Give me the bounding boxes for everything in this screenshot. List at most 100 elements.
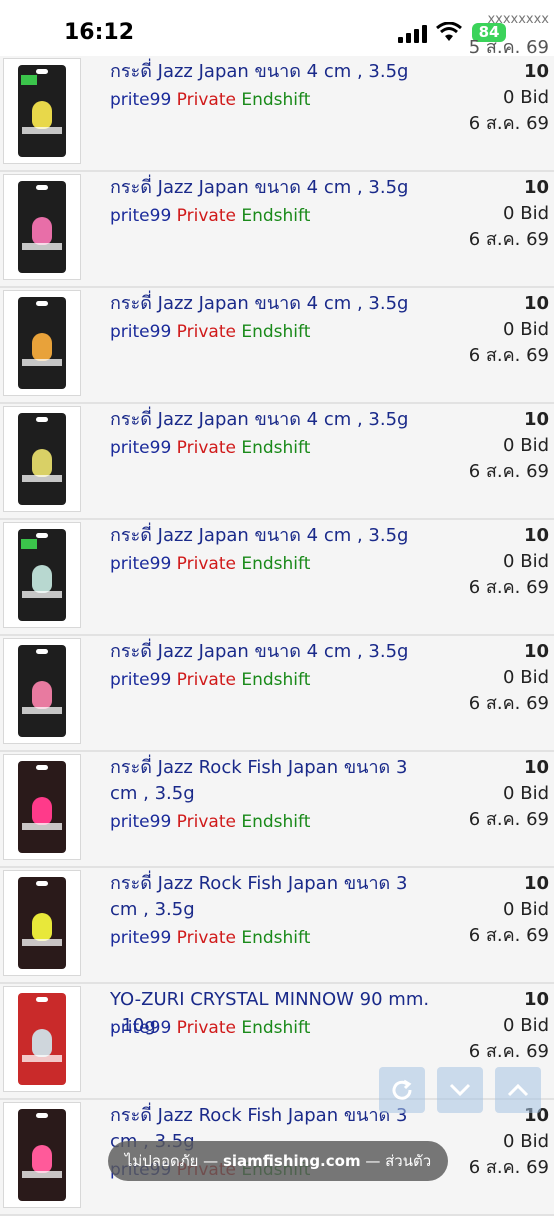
listing-thumbnail[interactable] [3, 870, 81, 976]
listing-seller-line: prite99 Private Endshift [110, 437, 310, 459]
endshift-label: Endshift [241, 438, 311, 458]
listing-thumbnail[interactable] [3, 754, 81, 860]
listing-quantity: 10 [523, 409, 549, 430]
end-date: 6 ส.ค. 69 [468, 925, 549, 946]
lure-package-image [18, 65, 66, 157]
listing-quantity: 10 [523, 177, 549, 198]
listing-thumbnail[interactable] [3, 58, 81, 164]
scroll-up-button[interactable] [495, 1067, 541, 1113]
listing-title[interactable]: กระดี่ Jazz Rock Fish Japan ขนาด 3 cm , … [110, 871, 440, 923]
listing-quantity: 10 [523, 757, 549, 778]
scroll-down-button[interactable] [437, 1067, 483, 1113]
listing-title[interactable]: กระดี่ Jazz Japan ขนาด 4 cm , 3.5g [110, 291, 440, 317]
endshift-label: Endshift [241, 670, 311, 690]
lure-package-image [18, 529, 66, 621]
refresh-icon [392, 1079, 412, 1100]
listing-row[interactable]: กระดี่ Jazz Rock Fish Japan ขนาด 3 cm , … [0, 868, 554, 984]
listing-stats: 10 0 Bid 6 ส.ค. 69 [469, 755, 549, 833]
bid-count: 0 Bid [503, 435, 549, 456]
private-label: Private [176, 90, 236, 110]
listing-thumbnail[interactable] [3, 1102, 81, 1208]
chevron-down-icon [449, 1083, 471, 1097]
listing-thumbnail[interactable] [3, 522, 81, 628]
listing-thumbnail[interactable] [3, 290, 81, 396]
private-label: Private [176, 928, 236, 948]
bid-count: 0 Bid [503, 551, 549, 572]
end-date: 6 ส.ค. 69 [468, 461, 549, 482]
listing-quantity: 10 [523, 873, 549, 894]
listing-stats: 10 0 Bid 6 ส.ค. 69 [469, 59, 549, 137]
url-domain: siamfishing.com [222, 1152, 361, 1170]
url-security-label: ไม่ปลอดภัย — [124, 1152, 223, 1170]
seller-name[interactable]: prite99 [110, 90, 171, 110]
bid-count: 0 Bid [503, 899, 549, 920]
listing-stats: 10 0 Bid 6 ส.ค. 69 [469, 987, 549, 1065]
listing-title[interactable]: กระดี่ Jazz Japan ขนาด 4 cm , 3.5g [110, 175, 440, 201]
seller-name[interactable]: prite99 [110, 438, 171, 458]
end-date: 6 ส.ค. 69 [468, 229, 549, 250]
listing-stats: 10 0 Bid 6 ส.ค. 69 [469, 523, 549, 601]
listing-stats: 10 0 Bid 6 ส.ค. 69 [469, 1103, 549, 1181]
seller-name[interactable]: prite99 [110, 670, 171, 690]
listing-thumbnail[interactable] [3, 986, 81, 1092]
private-label: Private [176, 438, 236, 458]
end-date: 6 ส.ค. 69 [468, 345, 549, 366]
listing-quantity: 10 [523, 989, 549, 1010]
private-label: Private [176, 554, 236, 574]
listing-stats: 10 0 Bid 6 ส.ค. 69 [469, 175, 549, 253]
listing-thumbnail[interactable] [3, 406, 81, 512]
listing-row[interactable]: กระดี่ Jazz Japan ขนาด 4 cm , 3.5g prite… [0, 520, 554, 636]
lure-package-image [18, 761, 66, 853]
listing-stats: 10 0 Bid 6 ส.ค. 69 [469, 871, 549, 949]
endshift-label: Endshift [241, 1018, 311, 1038]
lure-package-image [18, 297, 66, 389]
listing-row[interactable]: กระดี่ Jazz Japan ขนาด 4 cm , 3.5g prite… [0, 404, 554, 520]
end-date: 6 ส.ค. 69 [468, 1041, 549, 1062]
endshift-label: Endshift [241, 812, 311, 832]
end-date: 6 ส.ค. 69 [468, 693, 549, 714]
listing-seller-line: prite99 Private Endshift [110, 321, 310, 343]
seller-name[interactable]: prite99 [110, 1018, 171, 1038]
listing-row[interactable]: กระดี่ Jazz Japan ขนาด 4 cm , 3.5g prite… [0, 288, 554, 404]
lure-package-image [18, 413, 66, 505]
status-time: 16:12 [64, 20, 135, 45]
end-date: 6 ส.ค. 69 [468, 809, 549, 830]
end-date: 6 ส.ค. 69 [468, 577, 549, 598]
listing-row[interactable]: กระดี่ Jazz Japan ขนาด 4 cm , 3.5g prite… [0, 56, 554, 172]
url-private-label: — ส่วนตัว [360, 1152, 432, 1170]
seller-name[interactable]: prite99 [110, 554, 171, 574]
listing-seller-line: prite99 Private Endshift [110, 1017, 310, 1039]
private-label: Private [176, 812, 236, 832]
lure-package-image [18, 993, 66, 1085]
listing-row[interactable]: กระดี่ Jazz Rock Fish Japan ขนาด 3 cm , … [0, 752, 554, 868]
seller-name[interactable]: prite99 [110, 812, 171, 832]
listing-title[interactable]: กระดี่ Jazz Rock Fish Japan ขนาด 3 cm , … [110, 755, 440, 807]
cell-signal-icon [398, 25, 427, 43]
listing-thumbnail[interactable] [3, 174, 81, 280]
end-date: 6 ส.ค. 69 [468, 113, 549, 134]
seller-name[interactable]: prite99 [110, 928, 171, 948]
listing-title[interactable]: กระดี่ Jazz Japan ขนาด 4 cm , 3.5g [110, 639, 440, 665]
listing-row[interactable]: กระดี่ Jazz Japan ขนาด 4 cm , 3.5g prite… [0, 172, 554, 288]
listing-title[interactable]: กระดี่ Jazz Japan ขนาด 4 cm , 3.5g [110, 407, 440, 433]
listing-stats: 10 0 Bid 6 ส.ค. 69 [469, 407, 549, 485]
url-bar[interactable]: ไม่ปลอดภัย — siamfishing.com — ส่วนตัว [108, 1141, 448, 1181]
listing-thumbnail[interactable] [3, 638, 81, 744]
top-row-date: 5 ส.ค. 69 [468, 37, 549, 58]
listing-stats: 10 0 Bid 6 ส.ค. 69 [469, 639, 549, 717]
listing-seller-line: prite99 Private Endshift [110, 89, 310, 111]
end-date: 6 ส.ค. 69 [468, 1157, 549, 1178]
listing-stats: 10 0 Bid 6 ส.ค. 69 [469, 291, 549, 369]
endshift-label: Endshift [241, 554, 311, 574]
seller-name[interactable]: prite99 [110, 206, 171, 226]
listing-quantity: 10 [523, 641, 549, 662]
seller-name[interactable]: prite99 [110, 322, 171, 342]
listing-title[interactable]: กระดี่ Jazz Japan ขนาด 4 cm , 3.5g [110, 523, 440, 549]
status-bar: 16:12 xxxxxxxx 84 5 ส.ค. 69 [0, 0, 554, 58]
refresh-button[interactable] [379, 1067, 425, 1113]
listing-seller-line: prite99 Private Endshift [110, 927, 310, 949]
lure-package-image [18, 181, 66, 273]
private-label: Private [176, 206, 236, 226]
listing-row[interactable]: กระดี่ Jazz Japan ขนาด 4 cm , 3.5g prite… [0, 636, 554, 752]
listing-title[interactable]: กระดี่ Jazz Japan ขนาด 4 cm , 3.5g [110, 59, 440, 85]
